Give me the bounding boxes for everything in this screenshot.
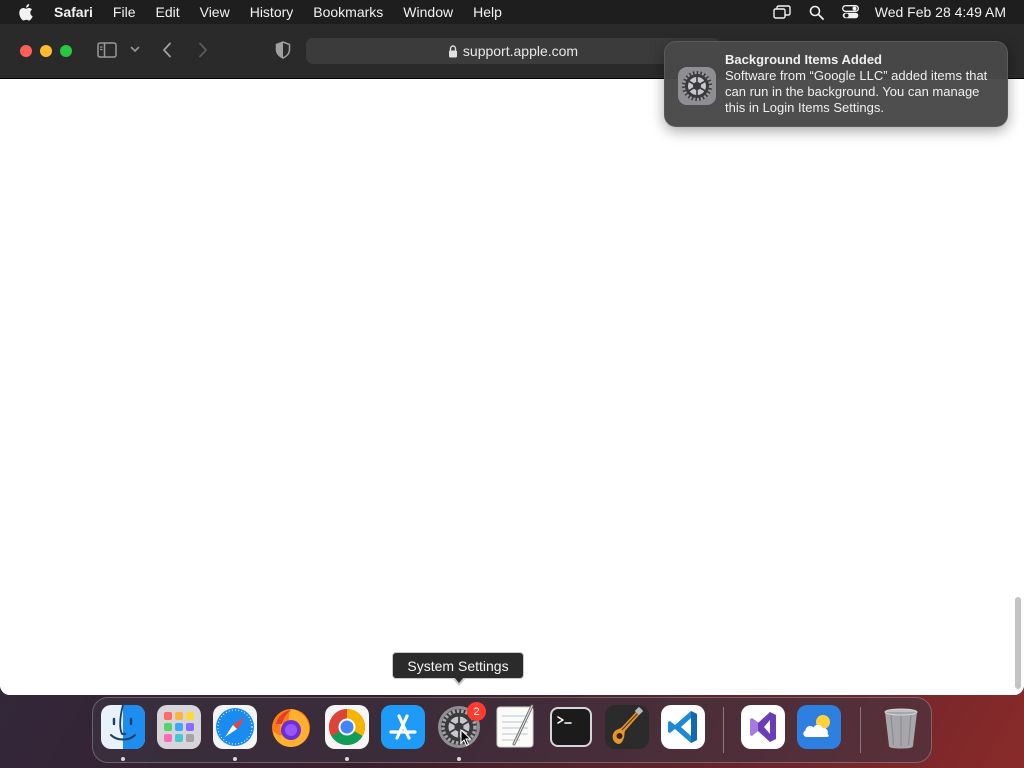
status-area: Wed Feb 28 4:49 AM <box>755 4 1006 20</box>
dock-separator-trash <box>860 707 861 753</box>
system-settings-gear-icon <box>677 66 717 106</box>
menu-view[interactable]: View <box>200 4 230 20</box>
trash-icon[interactable] <box>878 704 924 750</box>
url-text: support.apple.com <box>462 43 579 59</box>
menu-items: Safari File Edit View History Bookmarks … <box>54 4 522 20</box>
finder-running-dot <box>121 757 125 761</box>
system-settings-running-dot <box>457 757 461 761</box>
menu-history[interactable]: History <box>250 4 294 20</box>
notification-body: Software from “Google LLC” added items t… <box>725 68 988 115</box>
launchpad-icon[interactable] <box>156 704 202 750</box>
garageband-icon[interactable] <box>604 704 650 750</box>
close-window-button[interactable] <box>20 45 32 57</box>
weather-icon[interactable] <box>796 704 842 750</box>
tooltip-arrow-inner <box>454 677 464 683</box>
menu-help[interactable]: Help <box>473 4 502 20</box>
visual-studio-icon[interactable] <box>740 704 786 750</box>
notification-title: Background Items Added <box>725 52 882 67</box>
privacy-shield-icon[interactable] <box>275 41 291 59</box>
forward-chevron-icon[interactable] <box>198 42 208 58</box>
textedit-icon[interactable] <box>492 704 538 750</box>
control-center-icon[interactable] <box>841 5 859 19</box>
system-settings-badge: 2 <box>467 702 486 721</box>
lock-icon <box>448 44 458 58</box>
menu-window[interactable]: Window <box>403 4 453 20</box>
menu-bookmarks[interactable]: Bookmarks <box>313 4 383 20</box>
menu-file[interactable]: File <box>113 4 136 20</box>
app-store-icon[interactable] <box>380 704 426 750</box>
mouse-cursor-icon <box>460 728 472 747</box>
web-content[interactable] <box>0 79 1024 695</box>
sidebar-toggle-icon[interactable] <box>97 42 117 58</box>
chrome-icon[interactable] <box>324 704 370 750</box>
menu-app-name[interactable]: Safari <box>54 4 93 20</box>
screen-mirroring-icon[interactable] <box>773 5 791 19</box>
firefox-icon[interactable] <box>268 704 314 750</box>
finder-icon[interactable] <box>100 704 146 750</box>
minimize-window-button[interactable] <box>40 45 52 57</box>
menu-bar: Safari File Edit View History Bookmarks … <box>0 0 1024 24</box>
scrollbar-thumb[interactable] <box>1015 597 1021 689</box>
dock-separator <box>723 707 724 753</box>
menu-clock[interactable]: Wed Feb 28 4:49 AM <box>875 4 1006 20</box>
menu-edit[interactable]: Edit <box>155 4 179 20</box>
safari-icon[interactable] <box>212 704 258 750</box>
address-bar[interactable]: support.apple.com <box>306 38 720 64</box>
tab-groups-chevron-down-icon[interactable] <box>130 46 140 53</box>
terminal-icon[interactable] <box>548 704 594 750</box>
spotlight-search-icon[interactable] <box>809 5 824 20</box>
notification-banner[interactable]: Background Items Added Software from “Go… <box>664 41 1008 127</box>
safari-running-dot <box>233 757 237 761</box>
back-chevron-icon[interactable] <box>162 42 172 58</box>
vscode-icon[interactable] <box>660 704 706 750</box>
apple-menu-icon[interactable] <box>18 3 40 21</box>
dock-tooltip: System Settings <box>392 652 524 679</box>
zoom-window-button[interactable] <box>60 45 72 57</box>
chrome-running-dot <box>345 757 349 761</box>
